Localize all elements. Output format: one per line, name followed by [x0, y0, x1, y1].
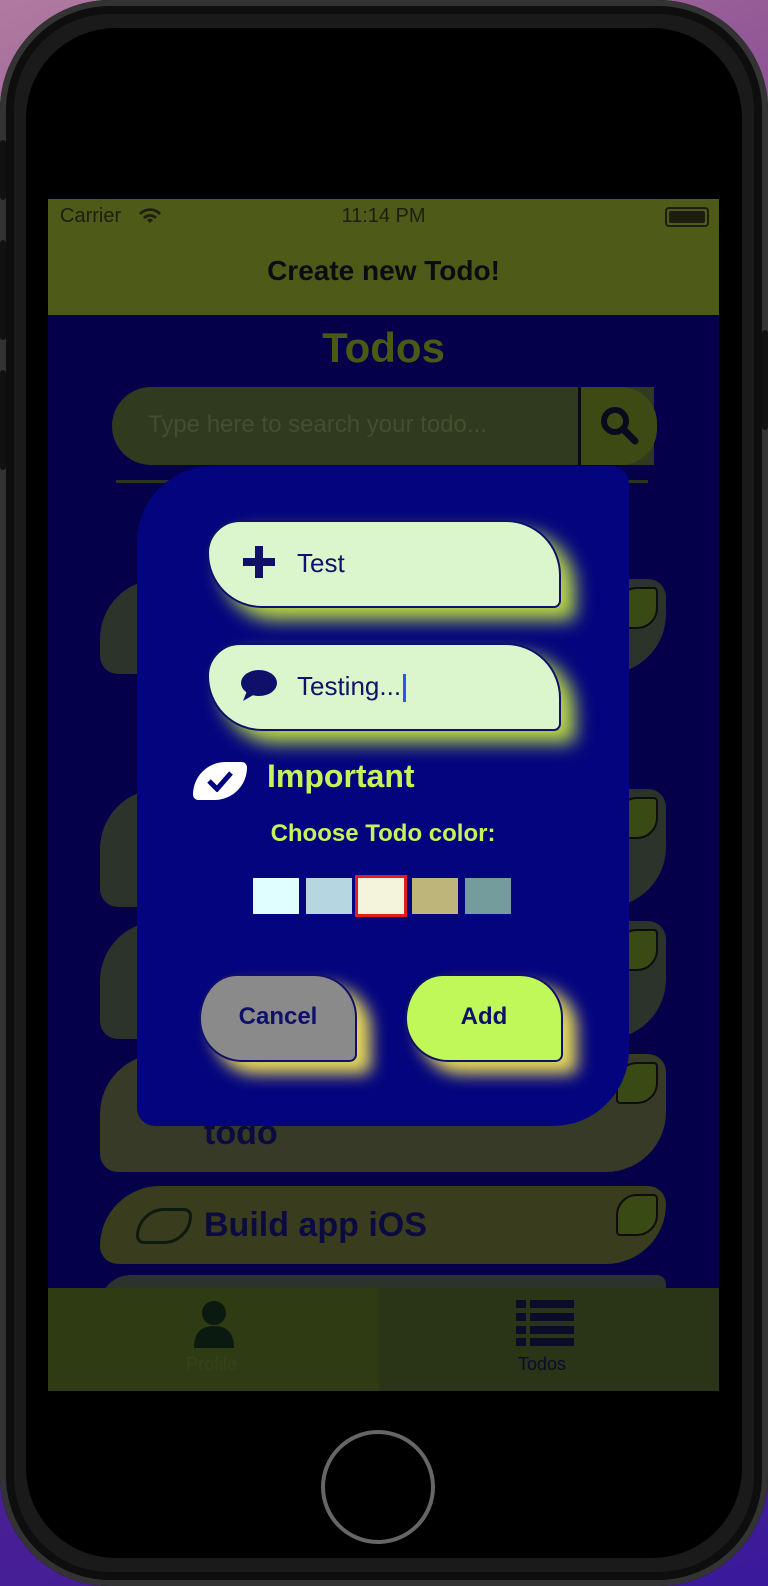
important-label: Important — [267, 758, 415, 794]
todos-heading: Todos — [322, 324, 445, 371]
list-icon — [516, 1300, 574, 1346]
volume-down-button — [0, 370, 6, 470]
status-bar: Carrier 11:14 PM — [48, 199, 719, 235]
todo-title: Build app iOS — [204, 1206, 427, 1244]
text-cursor — [403, 674, 407, 703]
tab-todos-label: Todos — [518, 1354, 567, 1374]
color-swatch-4[interactable] — [412, 878, 458, 914]
battery-icon — [665, 207, 709, 227]
create-todo-modal: Test Testing... Important Choose Todo co… — [137, 466, 629, 1126]
description-text-wrap: Testing... — [297, 671, 407, 703]
tab-bar: Profile Todos — [48, 1288, 719, 1391]
color-swatch-5[interactable] — [465, 878, 511, 914]
check-icon[interactable] — [136, 1208, 192, 1244]
volume-up-button — [0, 240, 6, 340]
check-icon — [207, 771, 233, 792]
tab-todos[interactable]: Todos — [379, 1288, 719, 1391]
color-picker-label: Choose Todo color: — [270, 820, 496, 847]
cancel-button[interactable]: Cancel — [199, 974, 357, 1062]
important-checkbox[interactable] — [193, 762, 247, 800]
mute-switch — [0, 140, 6, 200]
description-value: Testing... — [297, 671, 402, 701]
person-icon — [194, 1301, 234, 1348]
color-swatch-2[interactable] — [306, 878, 352, 914]
list-item[interactable]: Build app iOS — [100, 1186, 666, 1264]
tab-profile-label: Profile — [186, 1354, 238, 1374]
title-value: Test — [297, 548, 345, 578]
search-input[interactable]: Type here to search your todo... — [112, 387, 654, 465]
color-swatch-3-selected[interactable] — [355, 875, 407, 917]
search-icon — [601, 407, 639, 445]
color-swatch-1[interactable] — [253, 878, 299, 914]
tab-profile[interactable]: Profile — [48, 1288, 379, 1391]
home-button[interactable] — [321, 1430, 435, 1544]
nav-title: Create new Todo! — [267, 255, 500, 286]
power-button — [762, 330, 768, 430]
plus-icon — [243, 546, 275, 578]
add-button[interactable]: Add — [405, 974, 563, 1062]
description-field[interactable]: Testing... — [207, 643, 561, 731]
title-field[interactable]: Test — [207, 520, 561, 608]
search-button[interactable] — [578, 387, 657, 465]
clock-label: 11:14 PM — [341, 205, 426, 227]
search-placeholder: Type here to search your todo... — [148, 411, 487, 438]
more-options-icon[interactable] — [616, 1194, 658, 1236]
speech-bubble-icon — [241, 670, 277, 701]
